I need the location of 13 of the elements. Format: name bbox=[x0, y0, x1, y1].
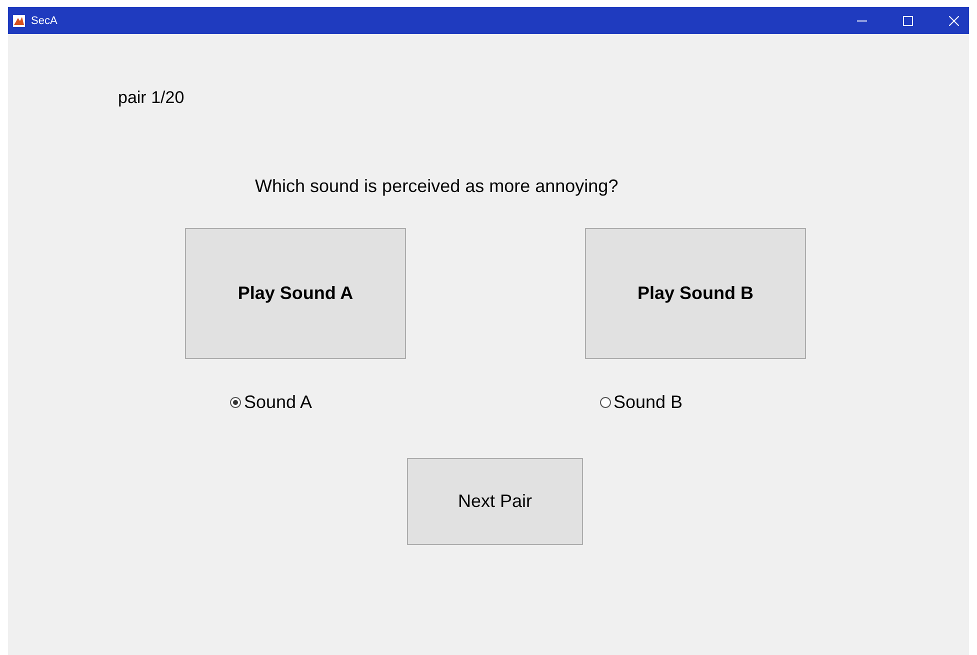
next-pair-button[interactable]: Next Pair bbox=[407, 458, 583, 545]
question-text: Which sound is perceived as more annoying? bbox=[255, 176, 618, 196]
app-icon bbox=[13, 14, 25, 26]
play-button[interactable]: Play Sound A bbox=[185, 228, 406, 359]
window-title: SecA bbox=[31, 14, 58, 26]
close-icon[interactable] bbox=[949, 16, 959, 26]
radio-icon[interactable] bbox=[230, 397, 241, 408]
radio-option[interactable]: Sound A bbox=[230, 392, 600, 413]
play-button[interactable]: Play Sound B bbox=[585, 228, 806, 359]
maximize-icon[interactable] bbox=[903, 16, 913, 26]
radio-icon[interactable] bbox=[600, 397, 610, 408]
progress-label: pair 1/20 bbox=[118, 88, 184, 107]
radio-option[interactable]: Sound B bbox=[600, 392, 969, 413]
